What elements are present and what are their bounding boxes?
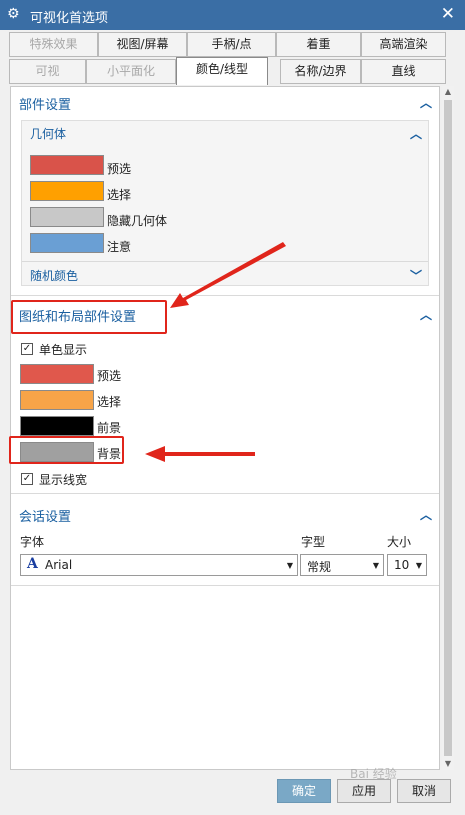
arrow-icon (145, 446, 255, 462)
annotation-arrows (145, 242, 286, 462)
arrow-icon (170, 242, 286, 308)
